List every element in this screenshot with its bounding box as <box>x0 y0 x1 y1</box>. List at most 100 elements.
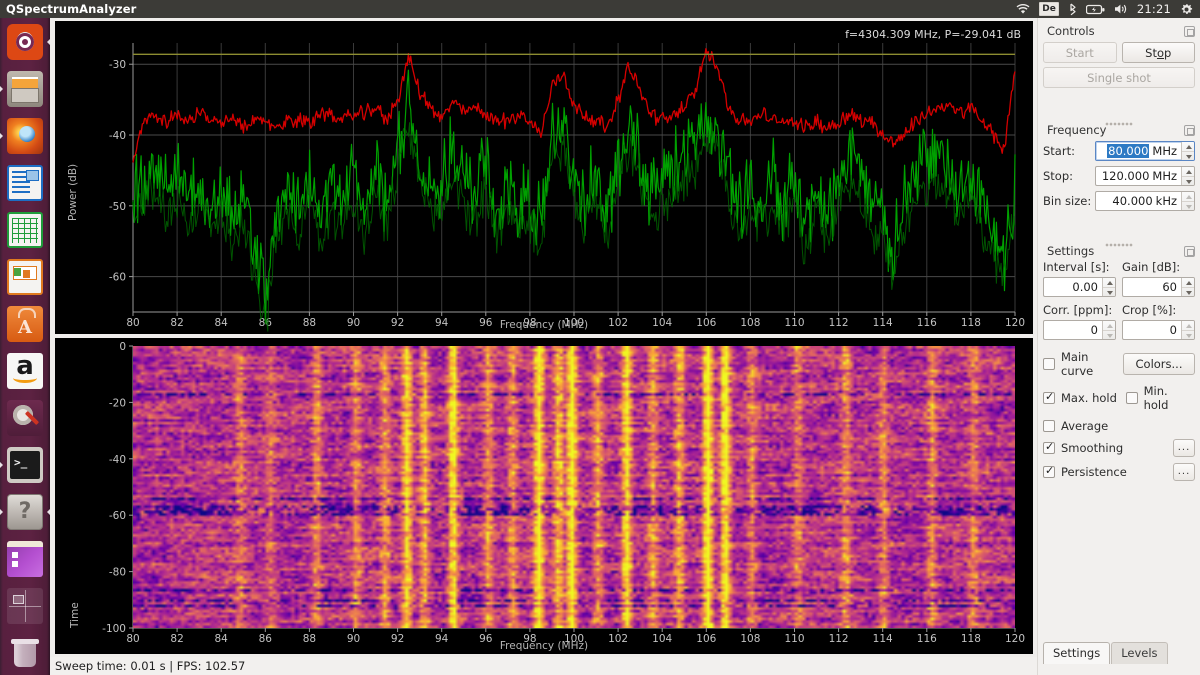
corr-value: 0 <box>1090 323 1098 337</box>
svg-text:-60: -60 <box>109 272 126 284</box>
system-tray: De 21:21 <box>1016 0 1200 18</box>
calc-icon <box>7 212 43 248</box>
spin-down-icon <box>1182 177 1194 186</box>
svg-text:-50: -50 <box>109 201 126 213</box>
launcher-item-workspace-switcher[interactable] <box>4 585 46 627</box>
impress-icon <box>7 259 43 295</box>
launcher-item-libreoffice-calc[interactable] <box>4 209 46 251</box>
window-title: QSpectrumAnalyzer <box>6 2 137 16</box>
ubuntu-logo-icon <box>7 24 43 60</box>
spin-down-icon <box>1182 331 1194 340</box>
tab-levels[interactable]: Levels <box>1111 642 1168 664</box>
frequency-title: Frequency <box>1047 123 1107 137</box>
bin-size-spinner[interactable] <box>1181 192 1194 210</box>
bluetooth-icon[interactable] <box>1068 0 1077 18</box>
tab-settings[interactable]: Settings <box>1043 642 1111 664</box>
start-frequency-input[interactable]: 80.000 MHz <box>1095 141 1195 161</box>
spin-up-icon <box>1103 278 1115 288</box>
launcher-item-libreoffice-writer[interactable] <box>4 162 46 204</box>
launcher-item-qspectrumanalyzer[interactable] <box>4 538 46 580</box>
corr-input[interactable]: 0 <box>1043 320 1116 340</box>
bin-size-input[interactable]: 40.000 kHz <box>1095 191 1195 211</box>
stop-frequency-spinner[interactable] <box>1181 167 1194 185</box>
gain-input[interactable]: 60 <box>1122 277 1195 297</box>
launcher-item-files[interactable] <box>0 68 46 110</box>
volume-icon[interactable] <box>1114 0 1128 18</box>
launcher-item-help[interactable] <box>0 491 51 533</box>
wifi-icon[interactable] <box>1016 0 1030 18</box>
persistence-options-button[interactable]: ... <box>1173 463 1195 481</box>
keyboard-layout-indicator[interactable]: De <box>1039 2 1059 16</box>
launcher-item-ubuntu-dash[interactable] <box>4 21 51 63</box>
top-panel: QSpectrumAnalyzer De 21:21 <box>0 0 1200 18</box>
smoothing-checkbox[interactable]: Smoothing ... <box>1043 439 1195 457</box>
interval-label: Interval [s]: <box>1043 260 1110 274</box>
smoothing-label: Smoothing <box>1061 441 1124 455</box>
single-shot-button[interactable]: Single shot <box>1043 67 1195 88</box>
float-settings-icon[interactable] <box>1184 245 1195 257</box>
spectrum-x-axis-label: Frequency (MHz) <box>499 319 589 331</box>
launcher-item-terminal[interactable] <box>0 444 46 486</box>
spin-down-icon <box>1182 202 1194 211</box>
settings-dock-grip[interactable] <box>1105 243 1133 247</box>
svg-text:-40: -40 <box>109 130 126 142</box>
control-panel: Controls Start Stop Single shot Frequenc… <box>1037 18 1200 675</box>
controls-dock: Controls Start Stop Single shot <box>1043 23 1195 88</box>
min-hold-checkbox[interactable]: Min. hold <box>1125 384 1195 412</box>
spectrum-plot[interactable]: f=4304.309 MHz, P=-29.041 dB Power (dB) … <box>55 21 1033 334</box>
unity-launcher <box>0 18 51 675</box>
settings-title: Settings <box>1047 244 1095 258</box>
status-text: Sweep time: 0.01 s | FPS: 102.57 <box>55 659 246 673</box>
interval-spinner[interactable] <box>1102 278 1115 296</box>
gear-icon[interactable] <box>1180 0 1193 18</box>
average-checkbox[interactable]: Average <box>1043 419 1195 433</box>
start-button[interactable]: Start <box>1043 42 1117 63</box>
start-frequency-spinner[interactable] <box>1181 142 1194 160</box>
gain-label: Gain [dB]: <box>1122 260 1181 274</box>
spectrum-y-axis-label: Power (dB) <box>67 163 79 221</box>
float-controls-icon[interactable] <box>1184 25 1195 37</box>
smoothing-options-button[interactable]: ... <box>1173 439 1195 457</box>
svg-text:0: 0 <box>119 341 126 353</box>
crop-input[interactable]: 0 <box>1122 320 1195 340</box>
corr-spinner[interactable] <box>1102 321 1115 339</box>
launcher-item-ubuntu-software[interactable] <box>4 303 46 345</box>
interval-input[interactable]: 0.00 <box>1043 277 1116 297</box>
max-hold-checkbox[interactable]: Max. hold <box>1043 390 1126 405</box>
colors-button[interactable]: Colors... <box>1123 353 1195 375</box>
min-hold-label: Min. hold <box>1143 384 1169 412</box>
launcher-item-firefox[interactable] <box>0 115 46 157</box>
battery-icon[interactable] <box>1085 0 1105 18</box>
spin-down-icon <box>1103 331 1115 340</box>
corr-label: Corr. [ppm]: <box>1043 303 1113 317</box>
spin-up-icon <box>1182 278 1194 288</box>
clock[interactable]: 21:21 <box>1137 2 1171 16</box>
waterfall-plot[interactable]: Time Frequency (MHz) 0 -20 -40 -60 -80 -100 80… <box>55 338 1033 654</box>
average-label: Average <box>1061 419 1109 433</box>
float-frequency-icon[interactable] <box>1184 124 1195 136</box>
launcher-item-trash[interactable] <box>4 632 46 674</box>
crop-spinner[interactable] <box>1181 321 1194 339</box>
stop-frequency-input[interactable]: 120.000 MHz <box>1095 166 1195 186</box>
frequency-dock-grip[interactable] <box>1105 122 1133 126</box>
main-curve-checkbox[interactable]: Main curve <box>1043 350 1123 378</box>
stop-button[interactable]: Stop <box>1121 42 1195 63</box>
bin-size-unit: kHz <box>1155 194 1177 208</box>
launcher-item-libreoffice-impress[interactable] <box>4 256 46 298</box>
average-checkbox-box <box>1043 420 1055 432</box>
trash-icon <box>7 635 43 671</box>
svg-text:-40: -40 <box>109 454 126 466</box>
stop-frequency-unit: MHz <box>1152 169 1177 183</box>
system-settings-icon <box>7 400 43 436</box>
svg-text:-20: -20 <box>109 397 126 409</box>
gain-spinner[interactable] <box>1181 278 1194 296</box>
stop-frequency-value: 120.000 <box>1101 169 1150 183</box>
persistence-checkbox[interactable]: Persistence ... <box>1043 463 1195 481</box>
writer-icon <box>7 165 43 201</box>
stop-frequency-row: Stop: 120.000 MHz <box>1043 166 1195 186</box>
launcher-item-amazon[interactable] <box>4 350 46 392</box>
launcher-item-system-settings[interactable] <box>4 397 46 439</box>
crop-value: 0 <box>1169 323 1177 337</box>
persistence-checkbox-box <box>1043 464 1055 478</box>
start-frequency-label: Start: <box>1043 144 1075 158</box>
